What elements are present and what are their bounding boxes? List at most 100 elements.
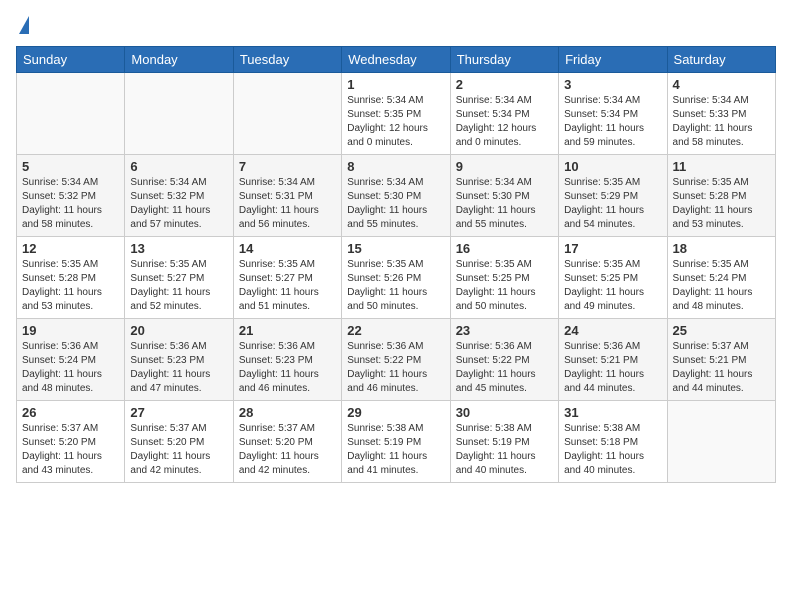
day-number: 30 xyxy=(456,405,553,420)
calendar-cell xyxy=(17,73,125,155)
calendar-cell: 3 Sunrise: 5:34 AMSunset: 5:34 PMDaylight… xyxy=(559,73,667,155)
calendar-cell: 19Sunrise: 5:36 AMSunset: 5:24 PMDayligh… xyxy=(17,319,125,401)
calendar-cell xyxy=(667,401,775,483)
day-info: Sunrise: 5:36 AMSunset: 5:22 PMDaylight:… xyxy=(347,340,444,396)
calendar-week-row: 5 Sunrise: 5:34 AMSunset: 5:32 PMDaylight… xyxy=(17,155,776,237)
day-info: Sunrise: 5:35 AMSunset: 5:29 PMDaylight:… xyxy=(564,176,661,232)
day-number: 8 xyxy=(347,159,444,174)
calendar-cell: 16Sunrise: 5:35 AMSunset: 5:25 PMDayligh… xyxy=(450,237,558,319)
calendar-cell: 8 Sunrise: 5:34 AMSunset: 5:30 PMDaylight… xyxy=(342,155,450,237)
day-number: 5 xyxy=(22,159,119,174)
day-info: Sunrise: 5:35 AMSunset: 5:24 PMDaylight:… xyxy=(673,258,770,314)
calendar-cell: 30Sunrise: 5:38 AMSunset: 5:19 PMDayligh… xyxy=(450,401,558,483)
day-info: Sunrise: 5:34 AMSunset: 5:32 PMDaylight:… xyxy=(22,176,119,232)
day-info: Sunrise: 5:37 AMSunset: 5:21 PMDaylight:… xyxy=(673,340,770,396)
day-number: 7 xyxy=(239,159,336,174)
day-info: Sunrise: 5:37 AMSunset: 5:20 PMDaylight:… xyxy=(239,422,336,478)
weekday-header-monday: Monday xyxy=(125,47,233,73)
calendar-cell: 24 Sunrise: 5:36 AMSunset: 5:21 PMDayligh… xyxy=(559,319,667,401)
page-header xyxy=(16,16,776,34)
page-container: SundayMondayTuesdayWednesdayThursdayFrid… xyxy=(0,0,792,491)
day-info: Sunrise: 5:36 AMSunset: 5:21 PMDaylight:… xyxy=(564,340,661,396)
day-info: Sunrise: 5:34 AMSunset: 5:34 PMDaylight:… xyxy=(456,94,553,150)
day-number: 3 xyxy=(564,77,661,92)
day-info: Sunrise: 5:36 AMSunset: 5:23 PMDaylight:… xyxy=(239,340,336,396)
calendar-cell: 11 Sunrise: 5:35 AMSunset: 5:28 PMDayligh… xyxy=(667,155,775,237)
day-info: Sunrise: 5:35 AMSunset: 5:27 PMDaylight:… xyxy=(130,258,227,314)
calendar-cell: 27 Sunrise: 5:37 AMSunset: 5:20 PMDayligh… xyxy=(125,401,233,483)
calendar-week-row: 1 Sunrise: 5:34 AMSunset: 5:35 PMDaylight… xyxy=(17,73,776,155)
day-info: Sunrise: 5:35 AMSunset: 5:26 PMDaylight:… xyxy=(347,258,444,314)
day-info: Sunrise: 5:37 AMSunset: 5:20 PMDaylight:… xyxy=(130,422,227,478)
calendar-cell: 4 Sunrise: 5:34 AMSunset: 5:33 PMDaylight… xyxy=(667,73,775,155)
day-number: 23 xyxy=(456,323,553,338)
day-number: 16 xyxy=(456,241,553,256)
day-number: 6 xyxy=(130,159,227,174)
calendar-cell: 28 Sunrise: 5:37 AMSunset: 5:20 PMDayligh… xyxy=(233,401,341,483)
day-info: Sunrise: 5:34 AMSunset: 5:30 PMDaylight:… xyxy=(347,176,444,232)
calendar-week-row: 19Sunrise: 5:36 AMSunset: 5:24 PMDayligh… xyxy=(17,319,776,401)
weekday-header-row: SundayMondayTuesdayWednesdayThursdayFrid… xyxy=(17,47,776,73)
day-info: Sunrise: 5:34 AMSunset: 5:35 PMDaylight:… xyxy=(347,94,444,150)
day-number: 4 xyxy=(673,77,770,92)
day-number: 31 xyxy=(564,405,661,420)
weekday-header-wednesday: Wednesday xyxy=(342,47,450,73)
day-info: Sunrise: 5:38 AMSunset: 5:19 PMDaylight:… xyxy=(347,422,444,478)
calendar-cell: 23 Sunrise: 5:36 AMSunset: 5:22 PMDayligh… xyxy=(450,319,558,401)
calendar-cell: 20Sunrise: 5:36 AMSunset: 5:23 PMDayligh… xyxy=(125,319,233,401)
day-number: 17 xyxy=(564,241,661,256)
calendar-cell xyxy=(233,73,341,155)
day-info: Sunrise: 5:36 AMSunset: 5:23 PMDaylight:… xyxy=(130,340,227,396)
day-number: 10 xyxy=(564,159,661,174)
day-info: Sunrise: 5:34 AMSunset: 5:33 PMDaylight:… xyxy=(673,94,770,150)
day-number: 1 xyxy=(347,77,444,92)
day-info: Sunrise: 5:36 AMSunset: 5:22 PMDaylight:… xyxy=(456,340,553,396)
day-info: Sunrise: 5:38 AMSunset: 5:18 PMDaylight:… xyxy=(564,422,661,478)
calendar-cell: 2 Sunrise: 5:34 AMSunset: 5:34 PMDaylight… xyxy=(450,73,558,155)
weekday-header-tuesday: Tuesday xyxy=(233,47,341,73)
day-number: 12 xyxy=(22,241,119,256)
calendar-cell: 29 Sunrise: 5:38 AMSunset: 5:19 PMDayligh… xyxy=(342,401,450,483)
day-number: 18 xyxy=(673,241,770,256)
day-info: Sunrise: 5:34 AMSunset: 5:34 PMDaylight:… xyxy=(564,94,661,150)
day-info: Sunrise: 5:35 AMSunset: 5:28 PMDaylight:… xyxy=(22,258,119,314)
day-number: 29 xyxy=(347,405,444,420)
calendar-cell: 17 Sunrise: 5:35 AMSunset: 5:25 PMDayligh… xyxy=(559,237,667,319)
day-info: Sunrise: 5:34 AMSunset: 5:30 PMDaylight:… xyxy=(456,176,553,232)
calendar-cell: 12 Sunrise: 5:35 AMSunset: 5:28 PMDayligh… xyxy=(17,237,125,319)
calendar-cell xyxy=(125,73,233,155)
day-info: Sunrise: 5:37 AMSunset: 5:20 PMDaylight:… xyxy=(22,422,119,478)
day-number: 11 xyxy=(673,159,770,174)
day-number: 13 xyxy=(130,241,227,256)
day-number: 28 xyxy=(239,405,336,420)
day-number: 15 xyxy=(347,241,444,256)
day-number: 2 xyxy=(456,77,553,92)
calendar-cell: 10 Sunrise: 5:35 AMSunset: 5:29 PMDayligh… xyxy=(559,155,667,237)
calendar-cell: 1 Sunrise: 5:34 AMSunset: 5:35 PMDaylight… xyxy=(342,73,450,155)
calendar-cell: 9 Sunrise: 5:34 AMSunset: 5:30 PMDaylight… xyxy=(450,155,558,237)
day-number: 22 xyxy=(347,323,444,338)
logo xyxy=(16,16,29,34)
day-number: 14 xyxy=(239,241,336,256)
calendar-cell: 6Sunrise: 5:34 AMSunset: 5:32 PMDaylight… xyxy=(125,155,233,237)
calendar-cell: 26 Sunrise: 5:37 AMSunset: 5:20 PMDayligh… xyxy=(17,401,125,483)
day-info: Sunrise: 5:35 AMSunset: 5:25 PMDaylight:… xyxy=(564,258,661,314)
logo-triangle-icon xyxy=(19,16,29,34)
day-number: 25 xyxy=(673,323,770,338)
day-info: Sunrise: 5:35 AMSunset: 5:27 PMDaylight:… xyxy=(239,258,336,314)
day-info: Sunrise: 5:34 AMSunset: 5:31 PMDaylight:… xyxy=(239,176,336,232)
day-number: 9 xyxy=(456,159,553,174)
day-info: Sunrise: 5:35 AMSunset: 5:28 PMDaylight:… xyxy=(673,176,770,232)
calendar-cell: 21Sunrise: 5:36 AMSunset: 5:23 PMDayligh… xyxy=(233,319,341,401)
day-number: 27 xyxy=(130,405,227,420)
calendar-cell: 31 Sunrise: 5:38 AMSunset: 5:18 PMDayligh… xyxy=(559,401,667,483)
calendar-table: SundayMondayTuesdayWednesdayThursdayFrid… xyxy=(16,46,776,483)
day-number: 24 xyxy=(564,323,661,338)
day-number: 26 xyxy=(22,405,119,420)
weekday-header-saturday: Saturday xyxy=(667,47,775,73)
day-info: Sunrise: 5:36 AMSunset: 5:24 PMDaylight:… xyxy=(22,340,119,396)
calendar-cell: 15 Sunrise: 5:35 AMSunset: 5:26 PMDayligh… xyxy=(342,237,450,319)
calendar-week-row: 12 Sunrise: 5:35 AMSunset: 5:28 PMDayligh… xyxy=(17,237,776,319)
calendar-cell: 7 Sunrise: 5:34 AMSunset: 5:31 PMDaylight… xyxy=(233,155,341,237)
weekday-header-friday: Friday xyxy=(559,47,667,73)
